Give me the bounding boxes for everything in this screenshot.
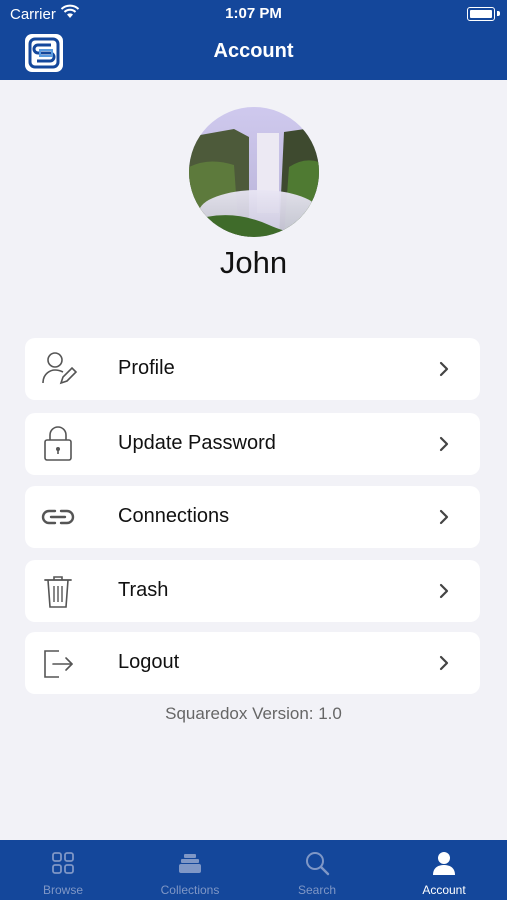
tab-label: Account [422, 883, 466, 897]
chevron-right-icon [439, 509, 449, 525]
user-name: John [219, 245, 288, 280]
user-edit-icon [42, 352, 78, 385]
trash-icon [44, 576, 72, 608]
logout-icon [44, 650, 73, 678]
avatar[interactable] [189, 107, 319, 237]
lock-icon [44, 426, 72, 461]
tab-browse[interactable]: Browse [0, 840, 126, 900]
stack-icon [179, 854, 201, 873]
search-icon [306, 852, 330, 876]
version-text: Squaredox Version: 1.0 [165, 704, 342, 723]
battery-icon [467, 7, 495, 21]
menu-item-label: Connections [118, 505, 230, 527]
menu-item-label: Update Password [118, 432, 276, 454]
tab-search[interactable]: Search [254, 840, 380, 900]
menu-item-connections[interactable]: Connections [25, 486, 480, 548]
chevron-right-icon [439, 436, 449, 452]
battery-cap [497, 11, 500, 16]
status-bar: Carrier 1:07 PM [0, 0, 507, 28]
tab-label: Browse [42, 883, 83, 897]
menu-item-trash[interactable]: Trash [25, 560, 480, 622]
link-icon [41, 509, 75, 525]
tab-collections[interactable]: Collections [127, 840, 253, 900]
menu-item-label: Profile [118, 357, 175, 379]
menu-item-profile[interactable]: Profile [25, 338, 480, 400]
menu-item-label: Trash [118, 579, 169, 601]
status-time: 1:07 PM [225, 5, 282, 22]
person-icon [433, 852, 455, 875]
chevron-right-icon [439, 655, 449, 671]
grid-icon [52, 852, 74, 874]
chevron-right-icon [439, 583, 449, 599]
menu-item-logout[interactable]: Logout [25, 632, 480, 694]
tab-bar: Browse Collections Search Account [0, 840, 507, 900]
top-bar: Carrier 1:07 PM Account [0, 0, 507, 80]
tab-label: Search [297, 883, 337, 897]
menu-item-update-password[interactable]: Update Password [25, 413, 480, 475]
chevron-right-icon [439, 361, 449, 377]
page-title: Account [213, 40, 294, 62]
tab-label: Collections [160, 883, 220, 897]
tab-account[interactable]: Account [381, 840, 507, 900]
menu-item-label: Logout [118, 651, 180, 673]
